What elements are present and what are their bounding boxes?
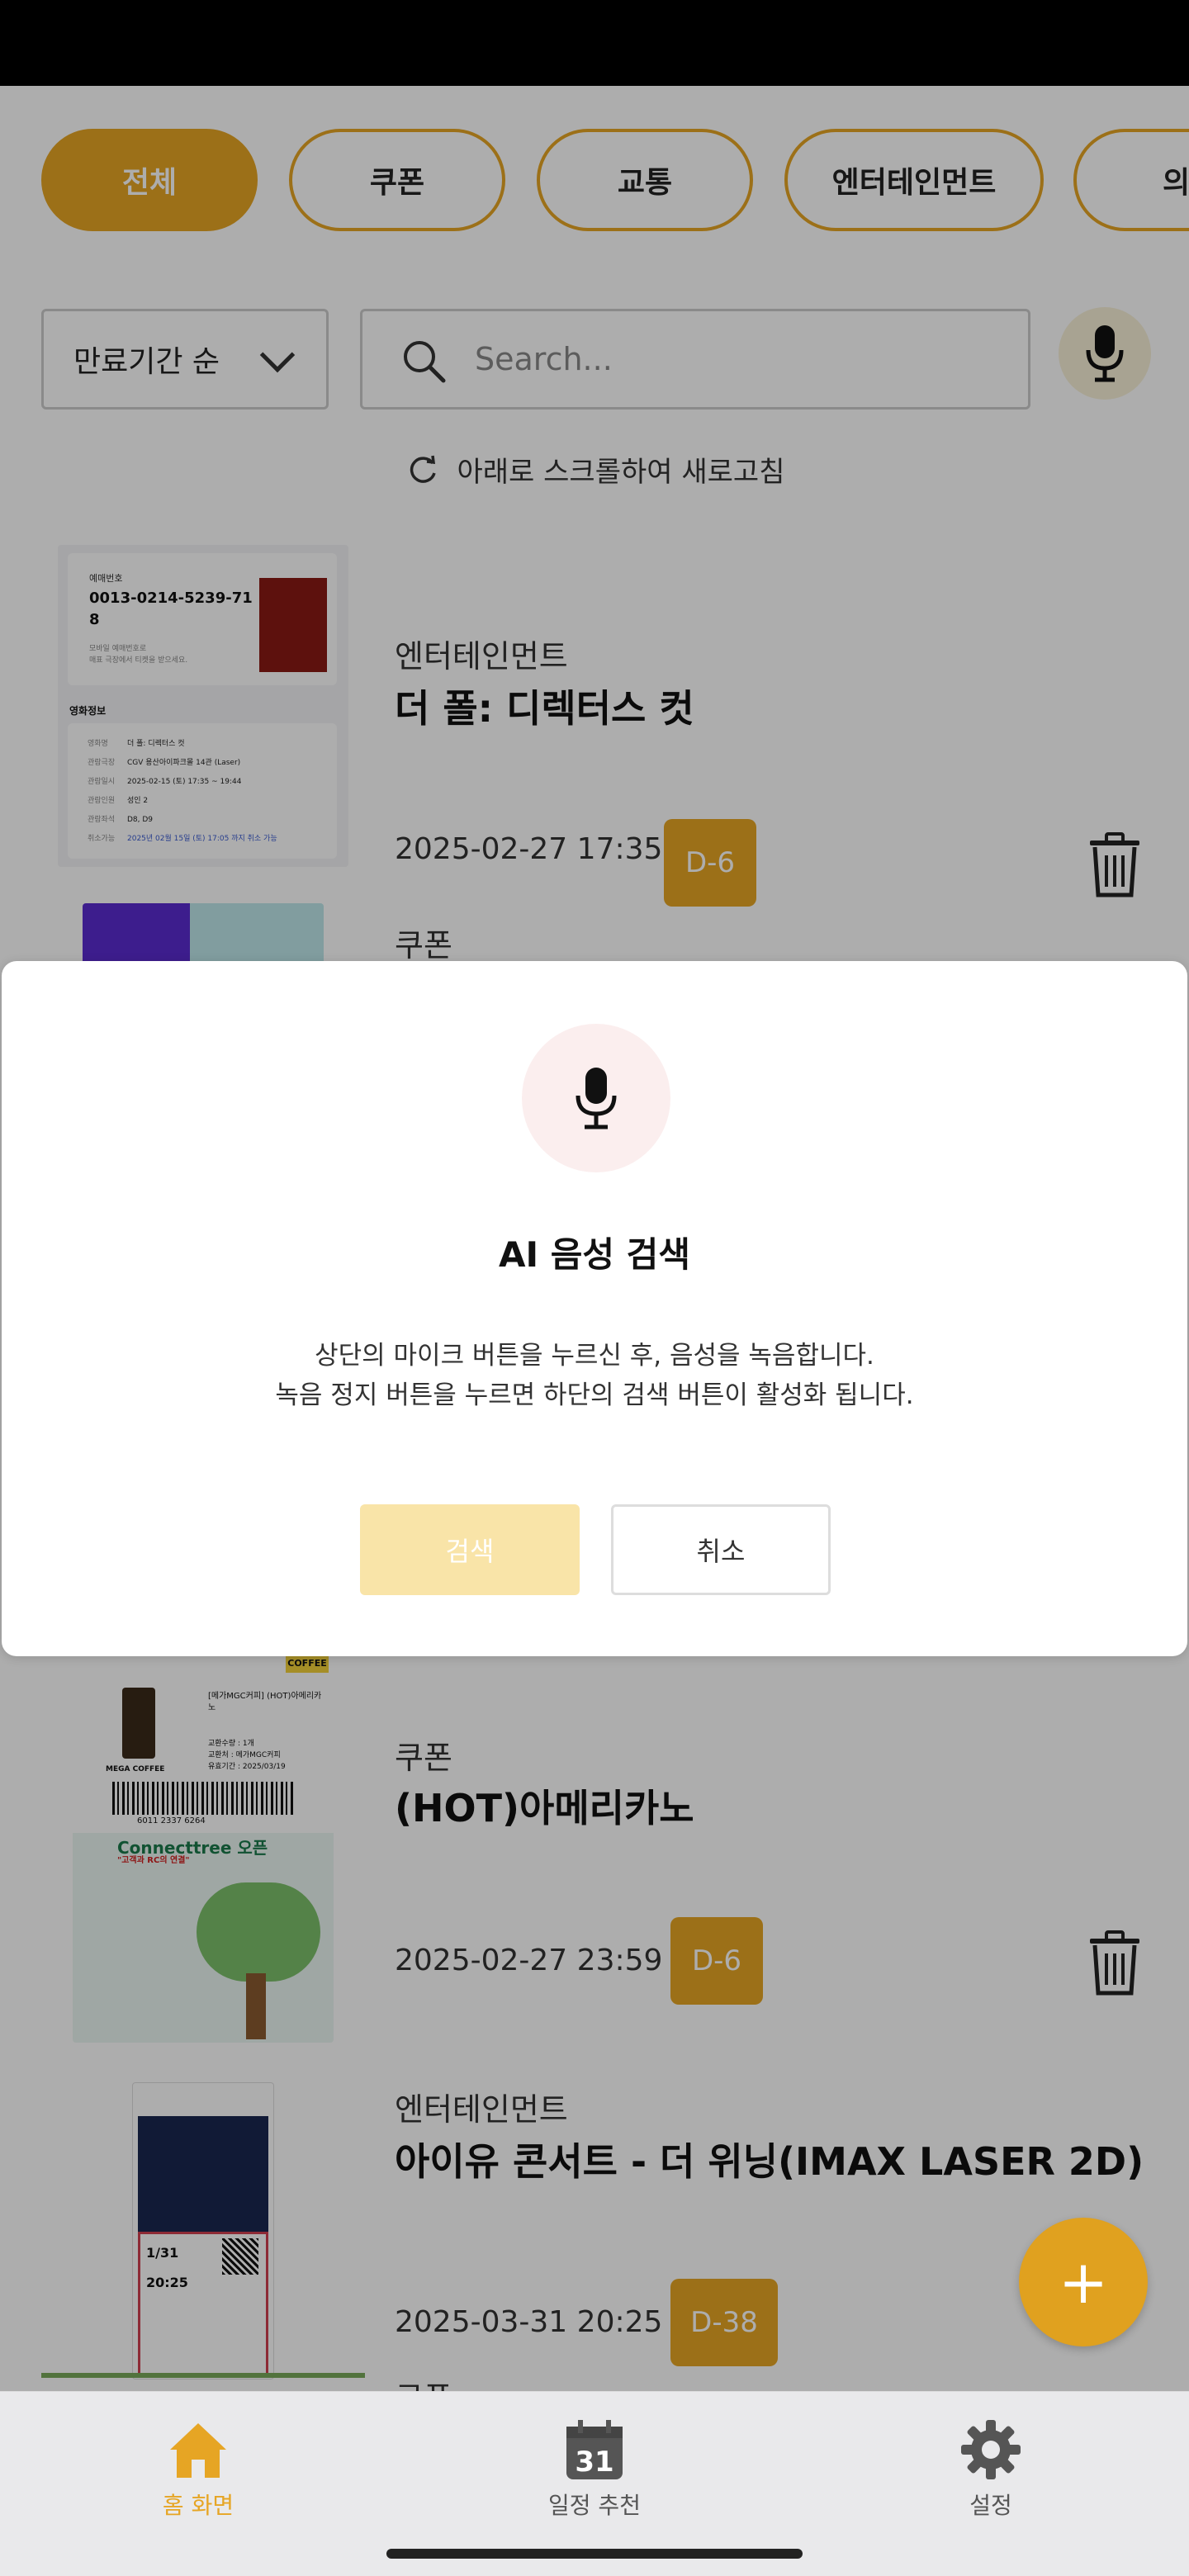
gear-icon — [961, 2420, 1021, 2479]
nav-home[interactable]: 홈 화면 — [116, 2417, 281, 2521]
status-bar — [0, 0, 1189, 86]
voice-search-modal: AI 음성 검색 상단의 마이크 버튼을 누르신 후, 음성을 녹음합니다. 녹… — [2, 961, 1187, 1656]
home-icon — [170, 2423, 226, 2478]
calendar-icon: 31 — [566, 2420, 623, 2479]
home-indicator — [386, 2549, 803, 2559]
modal-description: 상단의 마이크 버튼을 누르신 후, 음성을 녹음합니다. 녹음 정지 버튼을 … — [2, 1336, 1187, 1415]
search-button[interactable]: 검색 — [360, 1504, 580, 1595]
nav-home-label: 홈 화면 — [162, 2492, 234, 2519]
nav-settings[interactable]: 설정 — [908, 2417, 1073, 2521]
add-ticket-button[interactable]: + — [1019, 2218, 1148, 2346]
bottom-navigation: 홈 화면 31 일정 추천 설정 — [0, 2391, 1189, 2576]
svg-text:31: 31 — [575, 2446, 613, 2479]
cancel-button[interactable]: 취소 — [611, 1504, 831, 1595]
modal-desc-line-2: 녹음 정지 버튼을 누르면 하단의 검색 버튼이 활성화 됩니다. — [275, 1380, 914, 1410]
nav-settings-label: 설정 — [969, 2492, 1012, 2519]
nav-schedule[interactable]: 31 일정 추천 — [512, 2417, 677, 2521]
modal-mic-badge — [522, 1024, 670, 1172]
nav-schedule-label: 일정 추천 — [548, 2492, 641, 2519]
modal-title: AI 음성 검색 — [499, 1234, 690, 1275]
microphone-icon — [576, 1068, 617, 1129]
modal-desc-line-1: 상단의 마이크 버튼을 누르신 후, 음성을 녹음합니다. — [315, 1341, 874, 1371]
